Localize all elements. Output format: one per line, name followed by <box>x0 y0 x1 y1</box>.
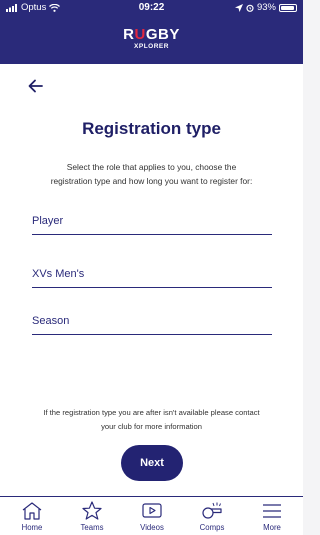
registration-type-value: XVs Men's <box>32 268 85 280</box>
logo-text-part1: RU <box>123 26 146 43</box>
battery-level <box>281 5 295 10</box>
tab-comps[interactable]: Comps <box>182 497 242 535</box>
battery-percent: 93% <box>256 2 276 13</box>
whistle-icon <box>202 502 222 519</box>
registration-type-select[interactable]: XVs Men's <box>32 262 272 288</box>
logo-letter-u: U <box>134 26 146 43</box>
logo-subtitle: XPLORER <box>134 43 169 50</box>
battery-icon <box>279 3 297 12</box>
tab-home-label: Home <box>21 523 43 532</box>
intro-text: Select the role that applies to you, cho… <box>50 162 253 186</box>
app-header: Optus 09:22 93% RUGBY XPLORER <box>0 0 303 64</box>
duration-value: Season <box>32 315 70 327</box>
next-button[interactable]: Next <box>121 445 183 481</box>
logo-letter-r: R <box>123 26 135 43</box>
tab-teams[interactable]: Teams <box>62 497 122 535</box>
tab-videos-label: Videos <box>140 523 164 532</box>
logo-text-part2: GBY <box>145 26 180 43</box>
menu-icon <box>263 504 281 518</box>
rugby-xplorer-logo: RUGBY XPLORER <box>0 27 303 51</box>
alarm-icon <box>246 4 254 12</box>
house-icon <box>22 502 42 520</box>
tab-teams-label: Teams <box>80 523 104 532</box>
tab-home[interactable]: Home <box>2 497 62 535</box>
tab-more-label: More <box>263 523 281 532</box>
registration-form: Registration type Select the role that a… <box>0 64 303 496</box>
tab-more[interactable]: More <box>242 497 302 535</box>
status-right: 93% <box>234 2 297 13</box>
logo-wordmark: RUGBY <box>0 27 303 42</box>
status-bar: Optus 09:22 93% <box>0 0 303 16</box>
location-arrow-icon <box>234 3 243 12</box>
back-button[interactable] <box>26 77 48 95</box>
tab-comps-label: Comps <box>199 523 225 532</box>
arrow-left-icon <box>28 79 43 93</box>
star-icon <box>82 501 102 520</box>
duration-select[interactable]: Season <box>32 309 272 335</box>
page-title: Registration type <box>82 119 221 138</box>
role-select[interactable]: Player <box>32 209 272 235</box>
tab-videos[interactable]: Videos <box>122 497 182 535</box>
tab-bar: Home Teams Videos Comps More <box>0 496 303 535</box>
role-value: Player <box>32 215 64 227</box>
availability-notice: If the registration type you are after i… <box>43 408 260 431</box>
play-icon <box>142 503 162 518</box>
